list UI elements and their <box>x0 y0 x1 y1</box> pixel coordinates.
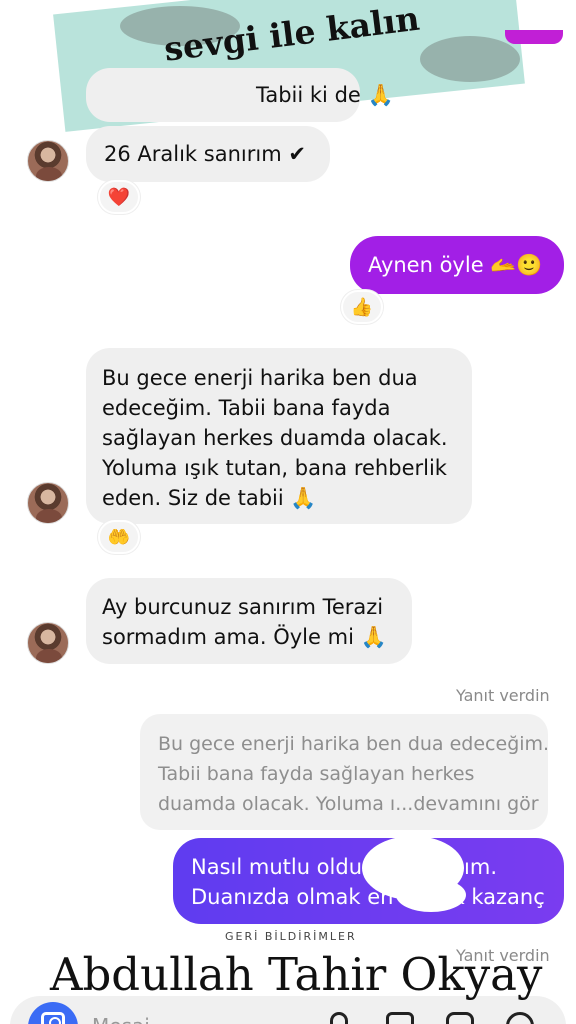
reaction-thumbs-up[interactable]: 👍 <box>341 290 383 324</box>
reaction-heart[interactable]: ❤️ <box>98 180 140 214</box>
watermark-text: Abdullah Tahir Okyay <box>50 948 543 1001</box>
message-line: edeceğim. Tabii bana fayda <box>102 396 391 420</box>
message-line: Yoluma ışık tutan, bana rehberlik <box>102 456 447 480</box>
banner-accent <box>505 30 563 44</box>
outgoing-message[interactable]: Aynen öyle 🫴🙂 <box>350 236 564 294</box>
quoted-message[interactable]: Bu gece enerji harika ben dua edeceğim. … <box>140 714 550 830</box>
message-text: Tabii ki de 🙏 <box>256 83 394 107</box>
message-text: 26 Aralık sanırım ✔ <box>104 142 306 166</box>
gallery-icon[interactable] <box>386 1012 414 1024</box>
quote-line: Bu gece enerji harika ben dua edeceğim. <box>158 733 550 755</box>
avatar[interactable] <box>27 140 69 182</box>
message-line: sağlayan herkes duamda olacak. <box>102 426 448 450</box>
quote-line: duamda olacak. Yoluma ı...devamını gör <box>158 793 539 815</box>
message-text: Aynen öyle 🫴🙂 <box>368 253 543 277</box>
microphone-icon[interactable] <box>330 1012 348 1024</box>
message-line: eden. Siz de tabii 🙏 <box>102 486 317 510</box>
avatar[interactable] <box>27 482 69 524</box>
reply-label: Yanıt verdin <box>456 686 550 705</box>
incoming-message[interactable]: Bu gece enerji harika ben dua edeceğim. … <box>86 348 472 524</box>
message-input[interactable]: Mesaj... <box>92 1014 169 1024</box>
quote-line: Tabii bana fayda sağlayan herkes <box>158 763 475 785</box>
camera-icon <box>41 1012 65 1024</box>
message-line: Ay burcunuz sanırım Terazi <box>102 595 384 619</box>
sticker-icon[interactable] <box>446 1012 474 1024</box>
banner-blob-right <box>420 36 520 82</box>
incoming-message[interactable]: 26 Aralık sanırım ✔ <box>86 126 330 182</box>
message-line: Duanızda olmak en büyük kazanç <box>191 885 545 909</box>
incoming-message[interactable]: Ay burcunuz sanırım Terazi sormadım ama.… <box>86 578 412 664</box>
reaction-open-hands[interactable]: 🤲 <box>98 520 140 554</box>
message-line: Bu gece enerji harika ben dua <box>102 366 418 390</box>
feedback-link[interactable]: GERİ BİLDİRİMLER <box>225 930 357 943</box>
incoming-message[interactable]: Tabii ki de 🙏 <box>86 68 394 122</box>
avatar[interactable] <box>27 622 69 664</box>
message-line: sormadım ama. Öyle mi 🙏 <box>102 625 387 649</box>
redaction-blob <box>396 878 466 912</box>
